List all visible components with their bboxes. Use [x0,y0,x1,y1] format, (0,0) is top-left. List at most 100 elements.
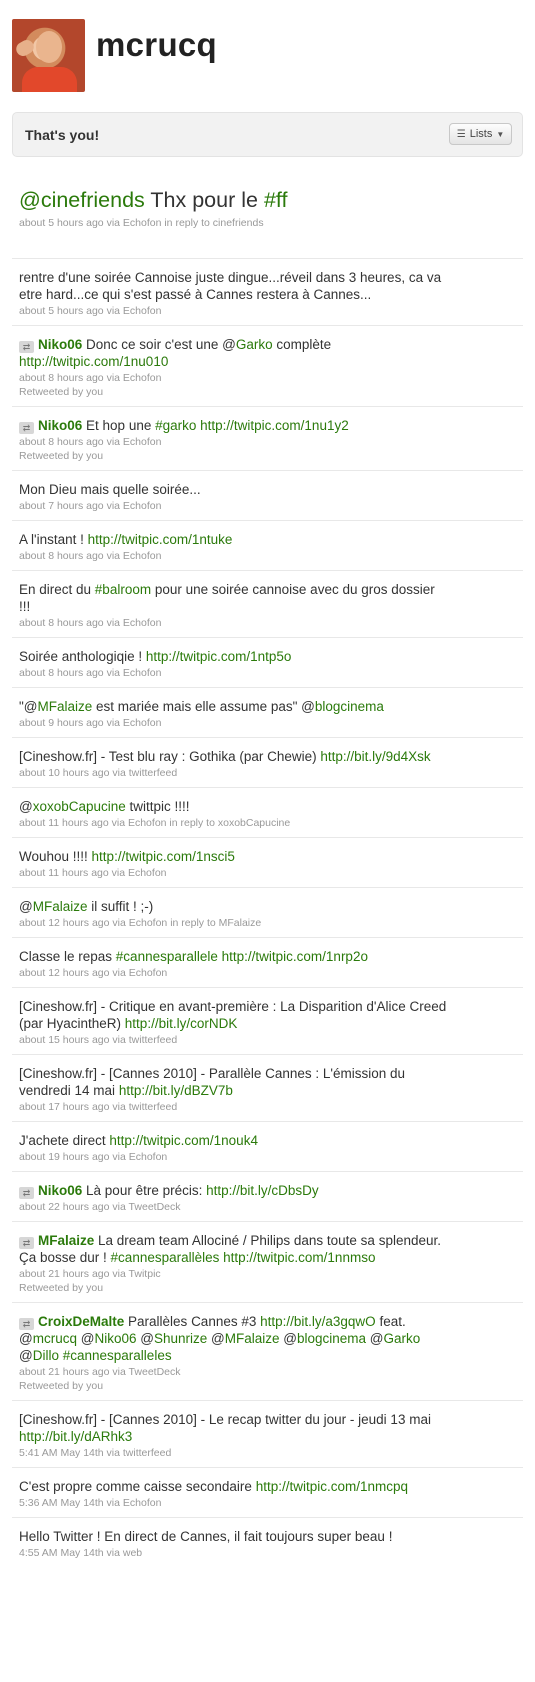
tweet-item: @xoxobCapucine twittpic !!!! about 11 hou… [12,787,523,837]
tweet-link[interactable]: http://twitpic.com/1nu010 [19,354,168,369]
tweet-text-fragment: Mon Dieu mais quelle soirée... [19,482,201,497]
tweet-text-fragment: Thx pour le [144,188,264,212]
tweet-link[interactable]: http://twitpic.com/1nouk4 [109,1133,258,1148]
retweeted-by-note: Retweeted by you [19,386,104,398]
tweet-link[interactable]: mcrucq [33,1331,77,1346]
tweet-link[interactable]: MFalaize [33,899,88,914]
tweet-text-fragment: [Cineshow.fr] - [Cannes 2010] - Le recap… [19,1412,431,1427]
tweet-meta[interactable]: about 15 hours ago via twitterfeed [19,1033,515,1047]
tweet-text: Hello Twitter ! En direct de Cannes, il … [19,1528,449,1545]
tweet-text-fragment: J'achete direct [19,1133,110,1148]
tweet-text: ⇄ CroixDeMalte Parallèles Cannes #3 http:… [19,1313,449,1364]
tweet-link[interactable]: http://twitpic.com/1ntuke [88,532,233,547]
tweet-meta[interactable]: about 9 hours ago via Echofon [19,716,515,730]
tweet-link[interactable]: #balroom [95,582,151,597]
tweet-link[interactable]: http://twitpic.com/1nmcpq [256,1479,408,1494]
tweet-link[interactable]: http://twitpic.com/1ntp5o [146,649,292,664]
tweet-text: ⇄ MFalaize La dream team Allociné / Phili… [19,1232,449,1266]
retweet-author-link[interactable]: CroixDeMalte [38,1314,124,1329]
tweet-meta[interactable]: about 17 hours ago via twitterfeed [19,1100,515,1114]
retweet-author-link[interactable]: Niko06 [38,337,82,352]
tweet-meta[interactable]: about 8 hours ago via Echofon [19,616,515,630]
tweet-link[interactable]: http://bit.ly/9d4Xsk [320,749,430,764]
tweet-text-fragment: Classe le repas [19,949,116,964]
retweet-icon: ⇄ [19,1187,34,1199]
tweet-text-fragment: @ [207,1331,225,1346]
tweet-link[interactable]: http://twitpic.com/1nsci5 [92,849,235,864]
retweeted-by-note: Retweeted by you [19,1380,104,1392]
tweet-text-fragment: @ [279,1331,297,1346]
tweet-text: ⇄ Niko06 Donc ce soir c'est une @Garko co… [19,336,449,370]
tweet-meta[interactable]: about 19 hours ago via Echofon [19,1150,515,1164]
avatar-hand [13,37,37,59]
tweet-link[interactable]: blogcinema [297,1331,366,1346]
tweet-meta[interactable]: 4:55 AM May 14th via web [19,1546,515,1560]
tweet-meta[interactable]: about 8 hours ago via Echofon [19,666,515,680]
tweet-text-fragment: [Cineshow.fr] - Test blu ray : Gothika (… [19,749,321,764]
retweet-author-link[interactable]: MFalaize [38,1233,94,1248]
tweet-item: A l'instant ! http://twitpic.com/1ntuke a… [12,520,523,570]
tweet-link[interactable]: http://twitpic.com/1nrp2o [222,949,368,964]
lists-button[interactable]: ☰ Lists ▼ [449,123,512,145]
retweet-icon: ⇄ [19,341,34,353]
tweet-meta[interactable]: about 22 hours ago via TweetDeck [19,1200,515,1214]
tweet-link[interactable]: http://twitpic.com/1nu1y2 [200,418,349,433]
avatar[interactable] [12,19,85,92]
tweet-link[interactable]: @cinefriends [19,188,145,212]
tweet-link[interactable]: http://bit.ly/a3gqwO [260,1314,376,1329]
tweet-link[interactable]: Garko [383,1331,420,1346]
tweet-link[interactable]: Dillo [33,1348,59,1363]
tweet-item: En direct du #balroom pour une soirée ca… [12,570,523,637]
lists-button-label: Lists [469,128,493,140]
tweet-text-fragment: est mariée mais elle assume pas" @ [92,699,315,714]
tweet-meta[interactable]: about 8 hours ago via Echofon [19,549,515,563]
tweet-meta[interactable]: about 7 hours ago via Echofon [19,499,515,513]
tweet-meta[interactable]: about 11 hours ago via Echofon in reply … [19,816,515,830]
tweet-item: ⇄ Niko06 Donc ce soir c'est une @Garko co… [12,325,523,406]
tweet-text-fragment: @ [19,899,33,914]
tweet-meta[interactable]: about 8 hours ago via Echofon [19,435,515,449]
tweet-text-fragment: @ [19,1348,33,1363]
tweet-text: En direct du #balroom pour une soirée ca… [19,581,449,615]
tweet-link[interactable]: http://bit.ly/corNDK [125,1016,238,1031]
tweet-link[interactable]: http://bit.ly/dBZV7b [119,1083,233,1098]
tweet-text-fragment: Soirée anthologiqie ! [19,649,146,664]
tweet-link[interactable]: http://bit.ly/dARhk3 [19,1429,132,1444]
retweet-author-link[interactable]: Niko06 [38,1183,82,1198]
tweet-item: C'est propre comme caisse secondaire htt… [12,1467,523,1517]
tweet-meta[interactable]: about 11 hours ago via Echofon [19,866,515,880]
tweet-text: C'est propre comme caisse secondaire htt… [19,1478,449,1495]
tweet-link[interactable]: MFalaize [38,699,93,714]
tweet-link[interactable]: MFalaize [225,1331,280,1346]
tweet-link[interactable]: blogcinema [315,699,384,714]
tweet-link[interactable]: #cannesparallele [116,949,218,964]
tweet-meta[interactable]: about 21 hours ago via TweetDeck [19,1365,515,1379]
tweet-meta[interactable]: 5:36 AM May 14th via Echofon [19,1496,515,1510]
tweet-item: [Cineshow.fr] - Critique en avant-premiè… [12,987,523,1054]
tweet-meta[interactable]: about 12 hours ago via Echofon in reply … [19,916,515,930]
tweet-item: Wouhou !!!! http://twitpic.com/1nsci5 abo… [12,837,523,887]
tweet-link[interactable]: Garko [236,337,273,352]
tweet-link[interactable]: #ff [264,188,288,212]
tweet-text-fragment: Et hop une [82,418,156,433]
tweet-meta[interactable]: 5:41 AM May 14th via twitterfeed [19,1446,515,1460]
tweet-link[interactable]: #cannesparalleles [63,1348,172,1363]
tweet-meta[interactable]: about 5 hours ago via Echofon [19,304,515,318]
tweet-link[interactable]: http://bit.ly/cDbsDy [206,1183,319,1198]
tweet-meta[interactable]: about 21 hours ago via Twitpic [19,1267,515,1281]
tweet-link[interactable]: Shunrize [154,1331,207,1346]
tweet-link[interactable]: Niko06 [94,1331,136,1346]
tweet-link[interactable]: http://twitpic.com/1nnmso [223,1250,375,1265]
tweet-link[interactable]: #garko [155,418,196,433]
retweet-author-link[interactable]: Niko06 [38,418,82,433]
tweet-text-fragment: il suffit ! ;-) [87,899,154,914]
tweet-link[interactable]: #cannesparallèles [111,1250,220,1265]
tweet-meta[interactable]: about 12 hours ago via Echofon [19,966,515,980]
tweet-text: ⇄ Niko06 Là pour être précis: http://bit.… [19,1182,449,1199]
tweet-meta[interactable]: about 8 hours ago via Echofon [19,371,515,385]
tweet-text: Wouhou !!!! http://twitpic.com/1nsci5 [19,848,449,865]
thats-you-bar: That's you! ☰ Lists ▼ [12,112,523,157]
tweet-meta[interactable]: about 10 hours ago via twitterfeed [19,766,515,780]
tweet-link[interactable]: xoxobCapucine [33,799,126,814]
tweet-text-fragment: @ [136,1331,154,1346]
